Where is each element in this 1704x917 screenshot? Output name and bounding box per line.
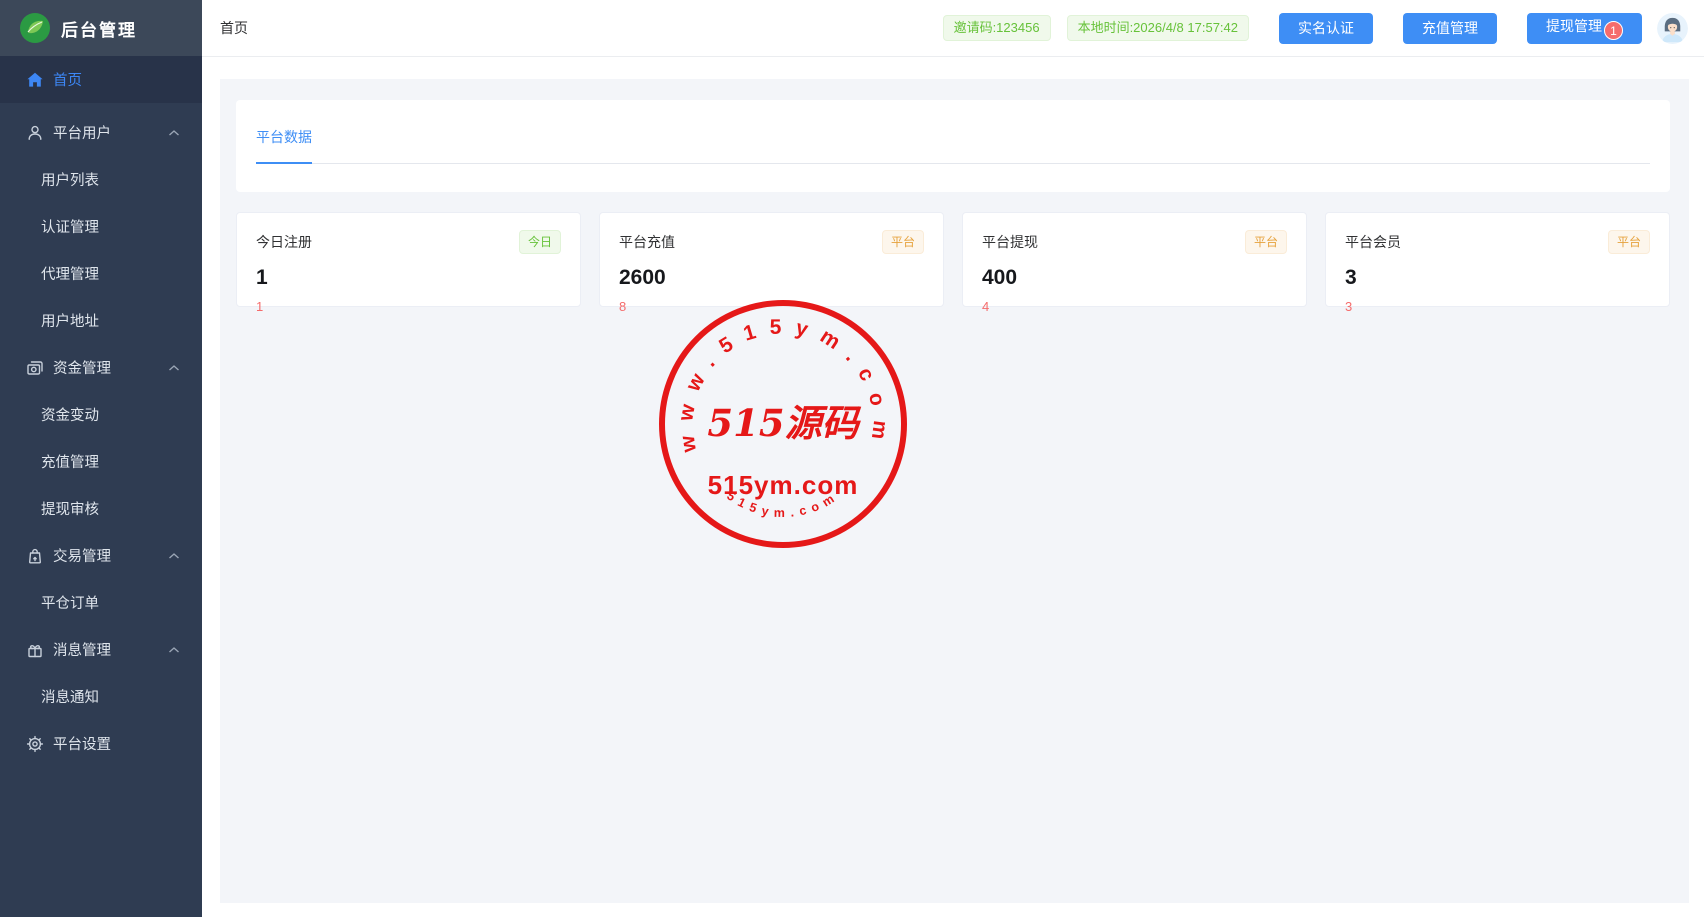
stat-subvalue: 4: [982, 299, 1287, 314]
sidebar-item-user-address[interactable]: 用户地址: [0, 297, 202, 344]
sidebar-group-label: 消息管理: [53, 639, 111, 660]
stat-card-platform-withdraw: 平台提现 平台 400 4: [962, 212, 1307, 307]
user-avatar[interactable]: [1657, 13, 1688, 44]
withdraw-count-badge: 1: [1604, 21, 1623, 40]
sidebar-group-label: 资金管理: [53, 357, 111, 378]
sidebar-group-label: 平台用户: [53, 122, 111, 143]
stat-value: 400: [982, 266, 1287, 290]
chevron-up-icon: [168, 129, 180, 136]
sidebar-group-funds[interactable]: 资金管理: [0, 344, 202, 391]
stat-tag: 平台: [1245, 230, 1287, 254]
gear-icon: [26, 735, 44, 753]
sidebar-item-label: 充值管理: [41, 451, 99, 472]
sidebar-item-label: 平台设置: [53, 733, 111, 754]
sidebar-group-messages[interactable]: 消息管理: [0, 626, 202, 673]
sidebar-item-label: 消息通知: [41, 686, 99, 707]
stat-tag: 今日: [519, 230, 561, 254]
sidebar-menu: 首页 平台用户 用户列表 认证管理 代理管理 用户地址 资金管理: [0, 56, 202, 767]
sidebar-item-home[interactable]: 首页: [0, 56, 202, 103]
wallet-icon: [26, 359, 44, 377]
stat-value: 3: [1345, 266, 1650, 290]
stat-tag: 平台: [882, 230, 924, 254]
content-panel: 平台数据 今日注册 今日 1 1 平台充值 平台 2600 8: [220, 79, 1689, 903]
stat-subvalue: 8: [619, 299, 924, 314]
stat-subvalue: 3: [1345, 299, 1650, 314]
stat-value: 1: [256, 266, 561, 290]
sidebar-group-label: 交易管理: [53, 545, 111, 566]
tab-platform-data[interactable]: 平台数据: [256, 127, 312, 164]
tab-card: 平台数据: [236, 100, 1670, 192]
sidebar-group-trade[interactable]: 交易管理: [0, 532, 202, 579]
breadcrumb: 首页: [220, 18, 248, 38]
logo-area: 后台管理: [0, 0, 202, 56]
stat-value: 2600: [619, 266, 924, 290]
sidebar-item-label: 用户地址: [41, 310, 99, 331]
recharge-manage-button[interactable]: 充值管理: [1403, 13, 1497, 44]
main-content: 平台数据 今日注册 今日 1 1 平台充值 平台 2600 8: [202, 57, 1704, 917]
stat-card-platform-recharge: 平台充值 平台 2600 8: [599, 212, 944, 307]
stat-tag: 平台: [1608, 230, 1650, 254]
sidebar-item-label: 资金变动: [41, 404, 99, 425]
home-icon: [26, 71, 44, 89]
withdraw-manage-button[interactable]: 提现管理1: [1527, 13, 1642, 44]
sidebar-item-auth-manage[interactable]: 认证管理: [0, 203, 202, 250]
stat-title: 平台会员: [1345, 232, 1401, 252]
chevron-up-icon: [168, 646, 180, 653]
app-title: 后台管理: [61, 16, 137, 41]
bag-up-icon: [26, 547, 44, 565]
sidebar-item-platform-settings[interactable]: 平台设置: [0, 720, 202, 767]
invite-code-tag: 邀请码:123456: [943, 15, 1051, 41]
stat-title: 平台充值: [619, 232, 675, 252]
local-time-tag: 本地时间:2026/4/8 17:57:42: [1067, 15, 1249, 41]
sidebar-item-position-orders[interactable]: 平仓订单: [0, 579, 202, 626]
stat-card-platform-members: 平台会员 平台 3 3: [1325, 212, 1670, 307]
tabs-nav: 平台数据: [256, 100, 1650, 164]
stat-subvalue: 1: [256, 299, 561, 314]
sidebar-item-label: 代理管理: [41, 263, 99, 284]
realname-auth-button[interactable]: 实名认证: [1279, 13, 1373, 44]
sidebar-item-agent-manage[interactable]: 代理管理: [0, 250, 202, 297]
sidebar-item-withdraw-review[interactable]: 提现审核: [0, 485, 202, 532]
gift-icon: [26, 641, 44, 659]
topbar: 首页 邀请码:123456 本地时间:2026/4/8 17:57:42 实名认…: [202, 0, 1704, 57]
sidebar-item-label: 提现审核: [41, 498, 99, 519]
user-icon: [26, 124, 44, 142]
chevron-up-icon: [168, 364, 180, 371]
sidebar: 后台管理 首页 平台用户 用户列表 认证管理 代理管理 用户地址: [0, 0, 202, 917]
withdraw-manage-label: 提现管理: [1546, 18, 1602, 34]
sidebar-item-label: 平仓订单: [41, 592, 99, 613]
sidebar-item-user-list[interactable]: 用户列表: [0, 156, 202, 203]
sidebar-item-label: 首页: [53, 69, 82, 90]
app-logo-icon: [20, 13, 50, 43]
sidebar-group-platform-users[interactable]: 平台用户: [0, 109, 202, 156]
sidebar-item-fund-changes[interactable]: 资金变动: [0, 391, 202, 438]
sidebar-item-label: 用户列表: [41, 169, 99, 190]
stat-card-today-register: 今日注册 今日 1 1: [236, 212, 581, 307]
sidebar-item-label: 认证管理: [41, 216, 99, 237]
stat-title: 平台提现: [982, 232, 1038, 252]
chevron-up-icon: [168, 552, 180, 559]
sidebar-item-message-notify[interactable]: 消息通知: [0, 673, 202, 720]
sidebar-item-recharge-manage[interactable]: 充值管理: [0, 438, 202, 485]
stat-cards-row: 今日注册 今日 1 1 平台充值 平台 2600 8 平台提现 平台 40: [236, 212, 1670, 307]
stat-title: 今日注册: [256, 232, 312, 252]
